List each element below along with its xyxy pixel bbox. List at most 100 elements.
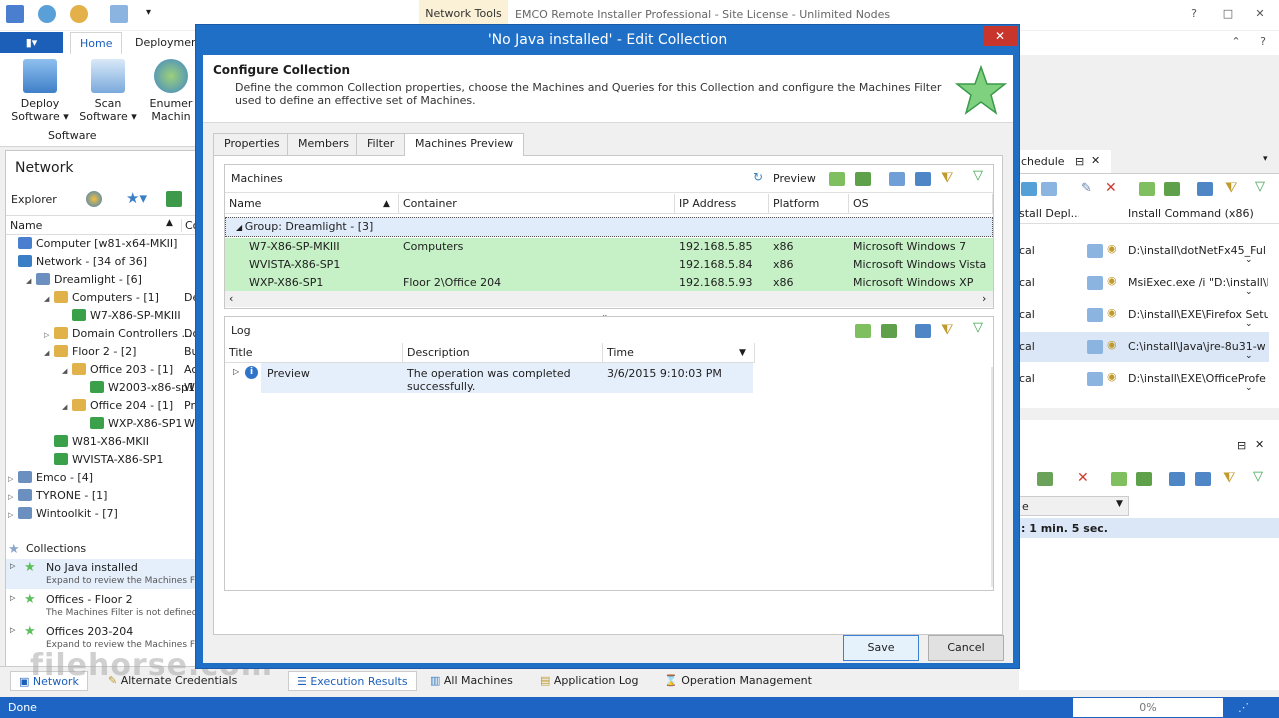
scan-software-button[interactable]: Scan Software ▾ bbox=[75, 59, 141, 123]
tree-expander-icon[interactable]: ▷ bbox=[8, 506, 18, 524]
tree-node[interactable]: ▷ Emco - [4] bbox=[8, 469, 93, 487]
cancel-button[interactable]: Cancel bbox=[928, 635, 1004, 661]
col-os[interactable]: OS bbox=[849, 194, 993, 214]
tree-expander-icon[interactable]: ◢ bbox=[62, 398, 72, 416]
tree-expander-icon[interactable]: ▷ bbox=[8, 470, 18, 488]
filter-icon[interactable]: ⧨ bbox=[941, 170, 954, 186]
lower-row[interactable]: : 1 min. 5 sec. bbox=[1019, 518, 1279, 538]
layout2-icon[interactable] bbox=[855, 172, 871, 186]
layout-icon-log[interactable] bbox=[855, 324, 871, 338]
install-row[interactable]: cal ◉ MsiExec.exe /i "D:\install\F ⌄ bbox=[1019, 268, 1269, 298]
layout-icon[interactable] bbox=[829, 172, 845, 186]
col-container[interactable]: Container bbox=[399, 194, 675, 214]
close-icon[interactable]: ✕ bbox=[1252, 6, 1268, 22]
preview-button[interactable]: Preview bbox=[773, 172, 816, 185]
tree-expander-icon[interactable]: ▷ bbox=[8, 488, 18, 506]
tree-expander-icon[interactable]: ◢ bbox=[26, 272, 36, 290]
right-hscroll[interactable] bbox=[1019, 408, 1279, 420]
tab-members[interactable]: Members bbox=[287, 133, 360, 155]
layout-icon[interactable] bbox=[1139, 182, 1155, 196]
delete-icon-2[interactable]: ✕ bbox=[1077, 470, 1089, 486]
group-row[interactable]: ◢ Group: Dreamlight - [3] bbox=[225, 217, 993, 237]
tree-node[interactable]: ◢ Computers - [1] bbox=[44, 289, 159, 307]
favorites-icon[interactable]: ★▾ bbox=[126, 189, 147, 207]
network-icon[interactable] bbox=[38, 5, 56, 23]
delete-icon[interactable]: ✕ bbox=[1105, 180, 1117, 196]
network-icon[interactable] bbox=[1041, 182, 1057, 196]
menu-icon[interactable]: ▾ bbox=[1263, 154, 1268, 164]
layout2-icon[interactable] bbox=[1164, 182, 1180, 196]
collection-item[interactable]: ▷ ★ No Java installed Expand to review the … bbox=[6, 559, 196, 589]
file-menu-button[interactable]: ▮▾ bbox=[0, 32, 63, 53]
columns-icon[interactable] bbox=[889, 172, 905, 186]
scroll-left-icon[interactable]: ‹ bbox=[229, 292, 233, 305]
edit-icon[interactable]: ✎ bbox=[1081, 181, 1092, 196]
grid-icon[interactable] bbox=[1197, 182, 1213, 196]
qat-dropdown-icon[interactable]: ▾ bbox=[146, 7, 151, 18]
col-time[interactable]: Time ▼ bbox=[603, 343, 755, 363]
col-platform[interactable]: Platform bbox=[769, 194, 849, 214]
tree-node[interactable]: ▷ Domain Controllers ... bbox=[44, 325, 192, 343]
resize-grip-icon[interactable]: ⋰ bbox=[1238, 697, 1249, 718]
help-icon-2[interactable]: ? bbox=[1255, 34, 1271, 50]
col-name[interactable]: Name bbox=[10, 219, 42, 232]
grid2-icon-2[interactable] bbox=[1195, 472, 1211, 486]
install-row[interactable]: cal ◉ D:\install\dotNetFx45_Ful ⌄ bbox=[1019, 236, 1269, 266]
layout2-icon-log[interactable] bbox=[881, 324, 897, 338]
col-name[interactable]: Name ▲ bbox=[225, 194, 399, 214]
scroll-right-icon[interactable]: › bbox=[982, 292, 986, 305]
tree-expander-icon[interactable]: ▷ bbox=[44, 326, 54, 344]
expand-icon[interactable]: ▷ bbox=[10, 626, 15, 634]
close-tab-icon[interactable]: ✕ bbox=[1091, 154, 1100, 167]
grid-icon[interactable] bbox=[915, 172, 931, 186]
pin-icon[interactable]: ⊟ bbox=[1075, 155, 1084, 168]
tree-node[interactable]: ◢ Dreamlight - [6] bbox=[26, 271, 142, 289]
close-icon-2[interactable]: ✕ bbox=[1255, 438, 1264, 451]
palette-icon[interactable] bbox=[70, 5, 88, 23]
check-icon[interactable] bbox=[166, 191, 182, 207]
tree-node[interactable]: ◢ Office 204 - [1] bbox=[62, 397, 173, 415]
filter-icon[interactable]: ⧨ bbox=[1225, 180, 1238, 196]
computer-icon[interactable] bbox=[1021, 182, 1037, 196]
pin-icon-2[interactable]: ⊟ bbox=[1237, 439, 1246, 452]
help-icon[interactable]: ? bbox=[1186, 6, 1202, 22]
tab-all-machines[interactable]: ▥ All Machines bbox=[422, 671, 521, 691]
tree-node[interactable]: ◢ Office 203 - [1] bbox=[62, 361, 173, 379]
maximize-icon[interactable]: □ bbox=[1220, 6, 1236, 22]
machine-row[interactable]: W7-X86-SP-MKIII Computers 192.168.5.85 x86 M… bbox=[225, 238, 993, 256]
horizontal-scrollbar[interactable]: ‹ › bbox=[225, 291, 993, 307]
tab-properties[interactable]: Properties bbox=[213, 133, 291, 155]
dropdown-green-icon[interactable]: ▽ bbox=[973, 168, 983, 183]
window-icon[interactable] bbox=[110, 5, 128, 23]
tree-node[interactable]: ◢ Floor 2 - [2] bbox=[44, 343, 136, 361]
tab-operation-management[interactable]: ⌛ Operation Management bbox=[656, 671, 820, 691]
dropdown-green-icon-2[interactable]: ▽ bbox=[1253, 469, 1263, 484]
globe-icon[interactable] bbox=[86, 191, 102, 207]
expand-icon[interactable]: ▷ bbox=[10, 562, 15, 570]
tree-node[interactable]: W7-X86-SP-MKIII bbox=[62, 307, 181, 325]
tree-node[interactable]: WXP-X86-SP1 bbox=[80, 415, 182, 433]
chevron-down-icon[interactable]: ⌄ bbox=[1245, 319, 1253, 329]
grid-icon-log[interactable] bbox=[915, 324, 931, 338]
export-icon[interactable] bbox=[1037, 472, 1053, 486]
tab-filter[interactable]: Filter bbox=[356, 133, 406, 155]
tab-execution-results[interactable]: ☰ Execution Results bbox=[288, 671, 417, 691]
dialog-close-button[interactable]: ✕ bbox=[983, 26, 1017, 46]
chevron-down-icon[interactable]: ⌄ bbox=[1245, 383, 1253, 393]
tree-node[interactable]: WVISTA-X86-SP1 bbox=[44, 451, 163, 469]
collapse-ribbon-icon[interactable]: ⌃ bbox=[1228, 34, 1244, 50]
tree-expander-icon[interactable]: ◢ bbox=[44, 344, 54, 362]
col-title[interactable]: Title bbox=[225, 343, 403, 363]
tree-node[interactable]: Computer [w81-x64-MKII] bbox=[8, 235, 177, 253]
install-row[interactable]: cal ◉ D:\install\EXE\Firefox Setu ⌄ bbox=[1019, 300, 1269, 330]
chevron-down-icon[interactable]: ⌄ bbox=[1245, 351, 1253, 361]
save-button[interactable]: Save bbox=[843, 635, 919, 661]
expand-icon[interactable]: ▷ bbox=[233, 367, 239, 376]
tree-node[interactable]: W2003-x86-sp1 bbox=[80, 379, 195, 397]
collection-item[interactable]: ▷ ★ Offices - Floor 2 The Machines Filter i… bbox=[6, 591, 196, 621]
machine-row[interactable]: WVISTA-X86-SP1 192.168.5.84 x86 Microsoft W… bbox=[225, 256, 993, 274]
dropdown-green-icon[interactable]: ▽ bbox=[1255, 179, 1265, 194]
deploy-software-button[interactable]: Deploy Software ▾ bbox=[7, 59, 73, 123]
col-description[interactable]: Description bbox=[403, 343, 603, 363]
chevron-down-icon[interactable]: ⌄ bbox=[1245, 255, 1253, 265]
